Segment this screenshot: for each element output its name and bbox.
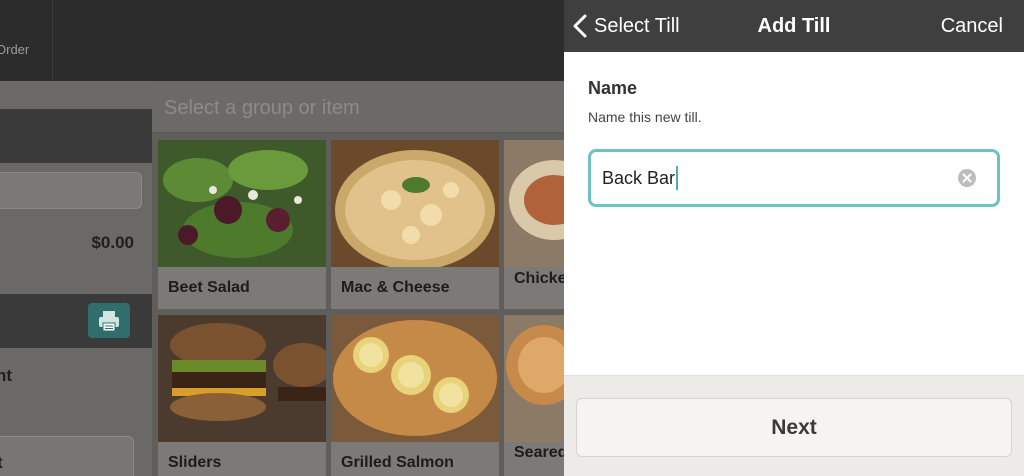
back-button-label: Select Till [594, 14, 680, 37]
pos-background: Order $0.00 nt t Select a group or item [0, 0, 564, 476]
name-field[interactable] [588, 149, 1000, 207]
menu-item-area: Select a group or item Beet Salad Mac & … [152, 81, 564, 476]
order-total: $0.00 [91, 233, 134, 252]
pos-top-bar: Order [0, 0, 564, 81]
order-action-button[interactable]: t [0, 436, 134, 476]
menu-item-label: Sliders [158, 442, 326, 476]
group-search-placeholder: Select a group or item [164, 97, 360, 119]
grilled-salmon-photo [331, 315, 499, 442]
add-till-panel: Select Till Add Till Cancel Name Name th… [564, 0, 1024, 476]
order-tab-label: Order [0, 42, 30, 57]
menu-item-tile[interactable]: Sliders [158, 315, 326, 476]
panel-footer: Next [564, 375, 1024, 476]
back-button[interactable]: Select Till [572, 0, 680, 52]
menu-item-label: Grilled Salmon [331, 442, 499, 476]
group-search-bar[interactable]: Select a group or item [152, 81, 564, 133]
mac-cheese-photo [331, 140, 499, 267]
seared-photo [504, 315, 564, 442]
clear-icon[interactable] [957, 168, 977, 188]
menu-item-tile[interactable]: Seared [504, 315, 564, 476]
order-actions-bar [0, 294, 163, 348]
menu-item-tile[interactable]: Chicken Parme [504, 140, 564, 309]
name-input[interactable] [602, 152, 942, 204]
order-tab[interactable]: Order [0, 0, 53, 81]
till-form: Name Name this new till. [564, 52, 1024, 375]
order-line-text: nt [0, 366, 13, 385]
menu-item-tile[interactable]: Mac & Cheese [331, 140, 499, 309]
menu-item-label: Beet Salad [158, 267, 326, 309]
menu-item-label: Seared [504, 442, 564, 476]
name-field-title: Name [588, 78, 638, 98]
chicken-parm-photo [504, 140, 564, 267]
menu-item-tile[interactable]: Grilled Salmon [331, 315, 499, 476]
next-button[interactable]: Next [576, 398, 1012, 457]
sliders-photo [158, 315, 326, 442]
menu-item-tile[interactable]: Beet Salad [158, 140, 326, 309]
printer-icon [99, 310, 119, 331]
order-panel: $0.00 nt t [0, 81, 163, 476]
text-caret [676, 166, 678, 190]
cancel-button[interactable]: Cancel [941, 15, 1003, 38]
order-action-button-label: t [0, 453, 3, 473]
order-search-field[interactable] [0, 172, 142, 209]
menu-item-label: Chicken Parme [504, 267, 564, 309]
name-field-help: Name this new till. [588, 109, 702, 125]
navigation-bar: Select Till Add Till Cancel [564, 0, 1024, 52]
print-button[interactable] [88, 303, 130, 338]
beet-salad-photo [158, 140, 326, 267]
order-header [0, 109, 163, 163]
chevron-left-icon [573, 14, 587, 38]
menu-item-label: Mac & Cheese [331, 267, 499, 309]
